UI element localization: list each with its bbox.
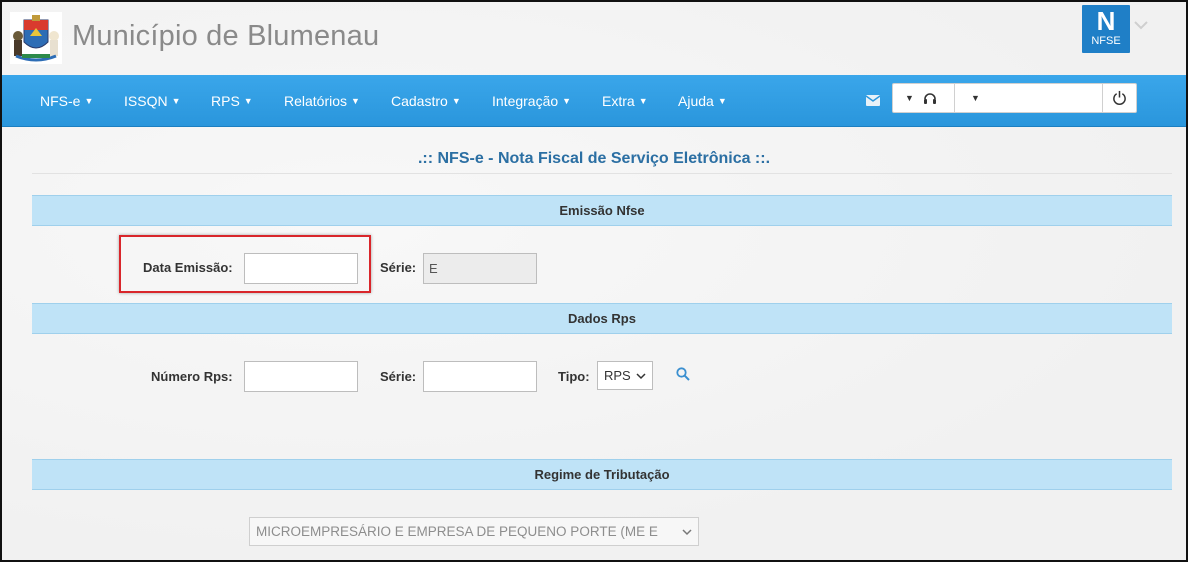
envelope-icon[interactable] bbox=[866, 95, 880, 106]
nfse-logo[interactable]: N NFSE bbox=[1082, 5, 1130, 53]
caret-down-icon: ▼ bbox=[638, 96, 648, 106]
logo-letter: N bbox=[1096, 6, 1116, 36]
nav-item-cadastro[interactable]: Cadastro ▼ bbox=[391, 93, 461, 109]
numero-rps-input[interactable] bbox=[244, 361, 358, 392]
section-dados-rps: Dados Rps bbox=[32, 303, 1172, 334]
section-regime-tributacao: Regime de Tributação bbox=[32, 459, 1172, 490]
nav-item-extra[interactable]: Extra ▼ bbox=[602, 93, 648, 109]
caret-down-icon: ▼ bbox=[562, 96, 572, 106]
headset-icon bbox=[924, 93, 936, 104]
power-icon bbox=[1113, 90, 1126, 105]
serie-input-disabled: E bbox=[423, 253, 537, 284]
numero-rps-label: Número Rps: bbox=[151, 369, 233, 384]
regime-value: MICROEMPRESÁRIO E EMPRESA DE PEQUENO POR… bbox=[256, 524, 658, 539]
nav-label: Extra bbox=[602, 93, 635, 109]
nav-item-integracao[interactable]: Integração ▼ bbox=[492, 93, 571, 109]
user-dropdown[interactable]: ▼ bbox=[955, 84, 1103, 112]
caret-down-icon: ▼ bbox=[171, 96, 181, 106]
logo-text: NFSE bbox=[1091, 35, 1121, 47]
app-title: Município de Blumenau bbox=[72, 20, 380, 52]
nav-label: Relatórios bbox=[284, 93, 348, 109]
search-icon[interactable] bbox=[676, 367, 690, 381]
municipal-crest-logo bbox=[10, 12, 62, 64]
caret-down-icon: ▼ bbox=[717, 96, 727, 106]
caret-down-icon: ▼ bbox=[351, 96, 360, 106]
toolbar-group: ▼ ▼ bbox=[892, 83, 1137, 113]
logout-button[interactable] bbox=[1103, 84, 1137, 112]
nav-item-relatorios[interactable]: Relatórios ▼ bbox=[284, 93, 360, 109]
caret-down-icon: ▼ bbox=[451, 96, 461, 106]
caret-down-icon: ▼ bbox=[243, 96, 253, 106]
caret-down-icon: ▼ bbox=[971, 93, 980, 103]
nav-label: Integração bbox=[492, 93, 559, 109]
regime-tributacao-select[interactable]: MICROEMPRESÁRIO E EMPRESA DE PEQUENO POR… bbox=[249, 517, 699, 546]
nav-label: Cadastro bbox=[391, 93, 448, 109]
section-emissao-nfse: Emissão Nfse bbox=[32, 195, 1172, 226]
nav-item-issqn[interactable]: ISSQN ▼ bbox=[124, 93, 181, 109]
main-navbar: NFS-e ▼ ISSQN ▼ RPS ▼ Relatórios ▼ Cadastro ▼… bbox=[2, 75, 1186, 127]
serie-label: Série: bbox=[380, 260, 417, 275]
tipo-label: Tipo: bbox=[558, 369, 590, 384]
nav-item-rps[interactable]: RPS ▼ bbox=[211, 93, 253, 109]
chevron-down-icon[interactable] bbox=[1134, 20, 1148, 30]
chevron-down-icon bbox=[682, 529, 692, 536]
header: Município de Blumenau N NFSE bbox=[2, 2, 1186, 74]
chevron-down-icon bbox=[636, 373, 646, 380]
data-emissao-input[interactable] bbox=[244, 253, 358, 284]
divider bbox=[32, 173, 1172, 174]
page-heading: .:: NFS-e - Nota Fiscal de Serviço Eletr… bbox=[417, 150, 771, 167]
nav-label: RPS bbox=[211, 93, 240, 109]
tipo-select[interactable]: RPS bbox=[597, 361, 653, 390]
caret-down-icon: ▼ bbox=[905, 93, 914, 103]
nav-item-ajuda[interactable]: Ajuda ▼ bbox=[678, 93, 727, 109]
rps-serie-label: Série: bbox=[380, 369, 417, 384]
rps-serie-input[interactable] bbox=[423, 361, 537, 392]
nav-item-nfse[interactable]: NFS-e ▼ bbox=[40, 93, 93, 109]
nav-label: ISSQN bbox=[124, 93, 168, 109]
nav-label: Ajuda bbox=[678, 93, 714, 109]
nav-label: NFS-e bbox=[40, 93, 81, 109]
data-emissao-label: Data Emissão: bbox=[143, 260, 233, 275]
support-dropdown[interactable]: ▼ bbox=[893, 84, 955, 112]
caret-down-icon: ▼ bbox=[84, 96, 94, 106]
tipo-value: RPS bbox=[604, 368, 631, 383]
